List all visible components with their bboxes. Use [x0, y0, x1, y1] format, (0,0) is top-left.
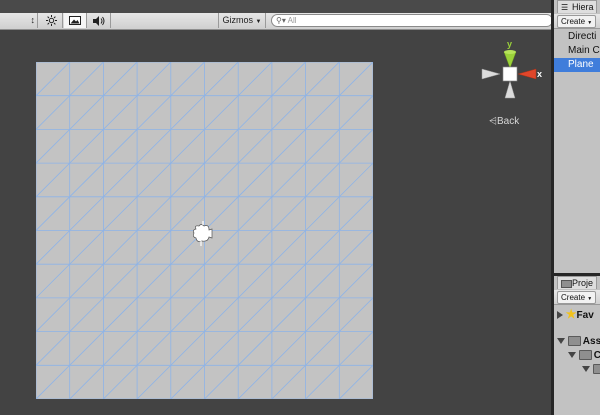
- neg-y-cone[interactable]: [504, 80, 516, 99]
- tab-hierarchy[interactable]: ☰ Hiera: [557, 0, 597, 13]
- tree-label: C: [593, 350, 600, 361]
- scene-top-strip: [0, 0, 551, 13]
- project-create-button[interactable]: Create ▼: [557, 291, 597, 304]
- back-text: Back: [497, 116, 520, 127]
- create-label: Create: [561, 17, 586, 26]
- sun-icon: [45, 15, 57, 27]
- scene-image-toggle[interactable]: [64, 13, 87, 28]
- expand-arrow-icon: [557, 311, 563, 320]
- gizmos-label: Gizmos: [222, 15, 254, 25]
- scene-audio-toggle[interactable]: [88, 13, 111, 28]
- star-icon: ★: [565, 307, 577, 321]
- folder-icon: [592, 364, 600, 375]
- scene-toolbar: ↕ Gizmos ▼ ⚲▾ All: [0, 13, 553, 30]
- back-arrow-icon: ⩤: [489, 116, 497, 127]
- tree-label: Ass: [582, 336, 600, 347]
- create-label: Create: [561, 293, 586, 302]
- speaker-icon: [93, 15, 105, 26]
- x-axis-label: x: [537, 69, 542, 79]
- tree-row-assets[interactable]: Ass: [557, 335, 600, 349]
- collapse-arrow-icon: [568, 352, 576, 359]
- folder-icon: [578, 350, 592, 361]
- draw-mode-dropdown[interactable]: ↕: [0, 13, 38, 28]
- hierarchy-list-icon: ☰: [561, 3, 569, 12]
- tab-project-label: Proje: [572, 278, 594, 288]
- y-axis-cone[interactable]: [503, 51, 517, 69]
- hierarchy-panel: ☰ Hiera Create ▼ Directi Main C Plane: [554, 0, 600, 273]
- hierarchy-item[interactable]: Main C: [554, 44, 600, 58]
- hierarchy-create-button[interactable]: Create ▼: [557, 15, 597, 28]
- tab-project[interactable]: Proje: [557, 276, 597, 289]
- folder-tab-icon: [561, 280, 572, 288]
- camera-gizmo-icon[interactable]: [190, 221, 216, 247]
- center-cube[interactable]: [502, 66, 518, 82]
- search-icon: ⚲▾: [276, 16, 286, 25]
- scene-lighting-toggle[interactable]: [40, 13, 63, 28]
- collapse-arrow-icon: [557, 338, 565, 345]
- gizmos-dropdown[interactable]: Gizmos ▼: [218, 13, 266, 28]
- project-panel: Proje Create ▼ ★Fav Ass C: [554, 276, 600, 415]
- project-toolbar: Create ▼: [554, 290, 600, 305]
- chevron-down-icon: ▼: [587, 296, 593, 302]
- tab-hierarchy-label: Hiera: [572, 2, 594, 12]
- tree-row-subfolder[interactable]: C: [568, 349, 600, 363]
- search-placeholder: All: [287, 16, 297, 25]
- orientation-gizmo[interactable]: y x: [478, 38, 542, 102]
- chevron-down-icon: ▼: [587, 20, 593, 26]
- folder-icon: [567, 336, 581, 347]
- chevron-down-icon: ▼: [255, 19, 262, 25]
- y-axis-label: y: [507, 39, 512, 49]
- tree-label: Fav: [576, 310, 594, 321]
- image-icon: [69, 16, 81, 26]
- tree-row-favorites[interactable]: ★Fav: [557, 307, 594, 321]
- tree-row-subfolder[interactable]: [582, 363, 600, 377]
- x-axis-cone[interactable]: [517, 68, 537, 80]
- scene-search-input[interactable]: ⚲▾ All: [271, 14, 553, 27]
- dropdown-arrows-icon: ↕: [30, 15, 36, 25]
- y-axis-cone-base: [504, 50, 516, 54]
- hierarchy-item-selected[interactable]: Plane: [554, 58, 600, 72]
- neg-x-cone[interactable]: [481, 68, 501, 80]
- collapse-arrow-icon: [582, 366, 590, 373]
- hierarchy-item[interactable]: Directi: [554, 30, 600, 44]
- hierarchy-toolbar: Create ▼: [554, 14, 600, 29]
- view-back-label[interactable]: ⩤Back: [489, 116, 519, 127]
